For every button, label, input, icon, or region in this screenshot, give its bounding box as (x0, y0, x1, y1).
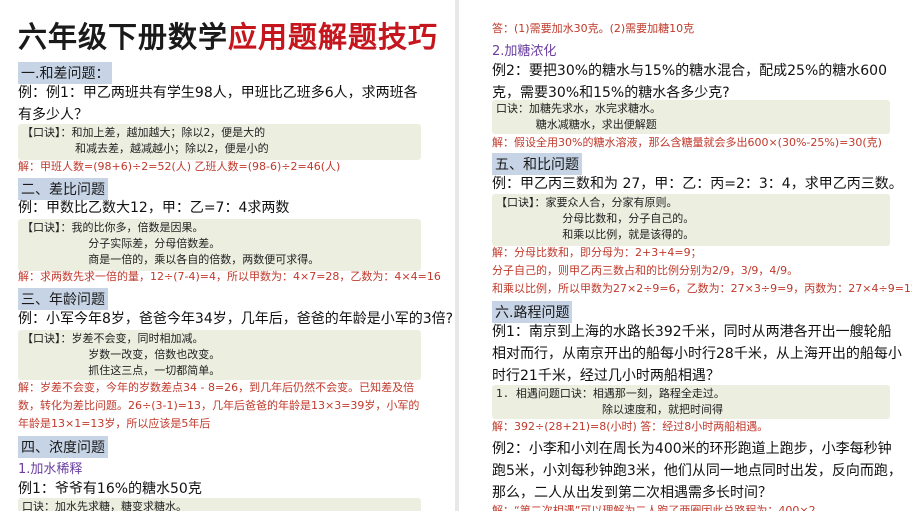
mnemonic-box-concentration: 口诀：加水先求糖，糖变求糖水。 (18, 498, 421, 511)
left-column: 六年级下册数学应用题解题技巧 一.和差问题： 例：例1：甲乙两班共有学生98人，… (0, 0, 452, 511)
right-column: 答：(1)需要加水30克。(2)需要加糖10克 2.加糖浓化 例2：要把30%的… (462, 0, 912, 511)
subheading-add-water: 1.加水稀释 (18, 462, 83, 477)
mnemonic-box-sum-difference: 【口诀】：和加上差，越加越大；除以2，便是大的 和减去差，越减越小；除以2，便是… (18, 124, 421, 160)
solution-difference-ratio: 解：求两数先求一倍的量，12÷(7-4)=4，所以甲数为：4×7=28，乙数为：… (18, 270, 441, 283)
section-heading-sum-difference: 一.和差问题： (18, 62, 113, 84)
mnemonic-box-distance: 1. 相遇问题口诀：相遇那一刻，路程全走过。 除以速度和，就把时间得 (492, 385, 890, 419)
mnemonic-box-add-sugar: 口诀：加糖先求水，水完求糖水。 糖水减糖水，求出便解题 (492, 100, 890, 134)
solution-distance-1: 解：392÷(28+21)=8(小时) 答：经过8小时两船相遇。 (492, 420, 769, 433)
example-difference-ratio: 例：甲数比乙数大12，甲：乙=7：4求两数 (18, 200, 290, 216)
title-part2: 应用题解题技巧 (228, 20, 439, 54)
solution-distance-2: 解：“第二次相遇”可以理解为二人跑了两圈因此总路程为：400×2 (492, 504, 816, 511)
section-heading-distance: 六.路程问题 (492, 301, 573, 323)
mnemonic-box-sum-ratio: 【口诀】：家要众人合，分家有原则。 分母比数和，分子自己的。 和乘以比例，就是该… (492, 194, 890, 246)
answer-add-water: 答：(1)需要加水30克。(2)需要加糖10克 (492, 22, 695, 35)
section-heading-sum-ratio: 五、和比问题 (492, 153, 582, 175)
page-title: 六年级下册数学应用题解题技巧 (18, 14, 438, 56)
solution-sum-ratio: 解：分母比数和，即分母为：2+3+4=9； 分子自己的，则甲乙丙三数占和的比例分… (492, 246, 912, 295)
title-part1: 六年级下册数学 (18, 20, 229, 54)
section-heading-concentration: 四、浓度问题 (18, 436, 108, 458)
solution-sum-difference: 解：甲班人数=(98+6)÷2=52(人) 乙班人数=(98-6)÷2=46(人… (18, 160, 341, 173)
mnemonic-box-age: 【口诀】：岁差不会变，同时相加减。 岁数一改变，倍数也改变。 抓住这三点，一切都… (18, 330, 421, 380)
section-heading-age: 三、年龄问题 (18, 288, 108, 310)
page-divider (455, 0, 459, 511)
subheading-add-sugar: 2.加糖浓化 (492, 44, 557, 59)
example-concentration: 例1：爷爷有16%的糖水50克 (18, 481, 202, 497)
solution-age: 解：岁差不会变，今年的岁数差点34 - 8=26，到几年后仍然不会变。已知差及倍… (18, 381, 420, 430)
example-age: 例：小军今年8岁，爸爸今年34岁，几年后，爸爸的年龄是小军的3倍? (18, 311, 452, 327)
example-sum-difference: 例：例1：甲乙两班共有学生98人，甲班比乙班多6人，求两班各有多少人？ (18, 85, 418, 123)
example-distance-2: 例2：小李和小刘在周长为400米的环形跑道上跑步，小李每秒钟跑5米，小刘每秒钟跑… (492, 441, 902, 501)
solution-add-sugar: 解：假设全用30%的糖水溶液，那么含糖量就会多出600×(30%-25%)=30… (492, 136, 882, 149)
example-add-sugar: 例2：要把30%的糖水与15%的糖水混合，配成25%的糖水600克，需要30%和… (492, 63, 887, 101)
example-distance-1: 例1：南京到上海的水路长392千米，同时从两港各开出一艘轮船相对而行，从南京开出… (492, 324, 902, 384)
mnemonic-box-difference-ratio: 【口诀】：我的比你多，倍数是因果。 分子实际差，分母倍数差。 商是一倍的，乘以各… (18, 219, 421, 271)
example-sum-ratio: 例：甲乙丙三数和为 27，甲：乙：丙=2：3：4，求甲乙丙三数。 (492, 176, 903, 192)
